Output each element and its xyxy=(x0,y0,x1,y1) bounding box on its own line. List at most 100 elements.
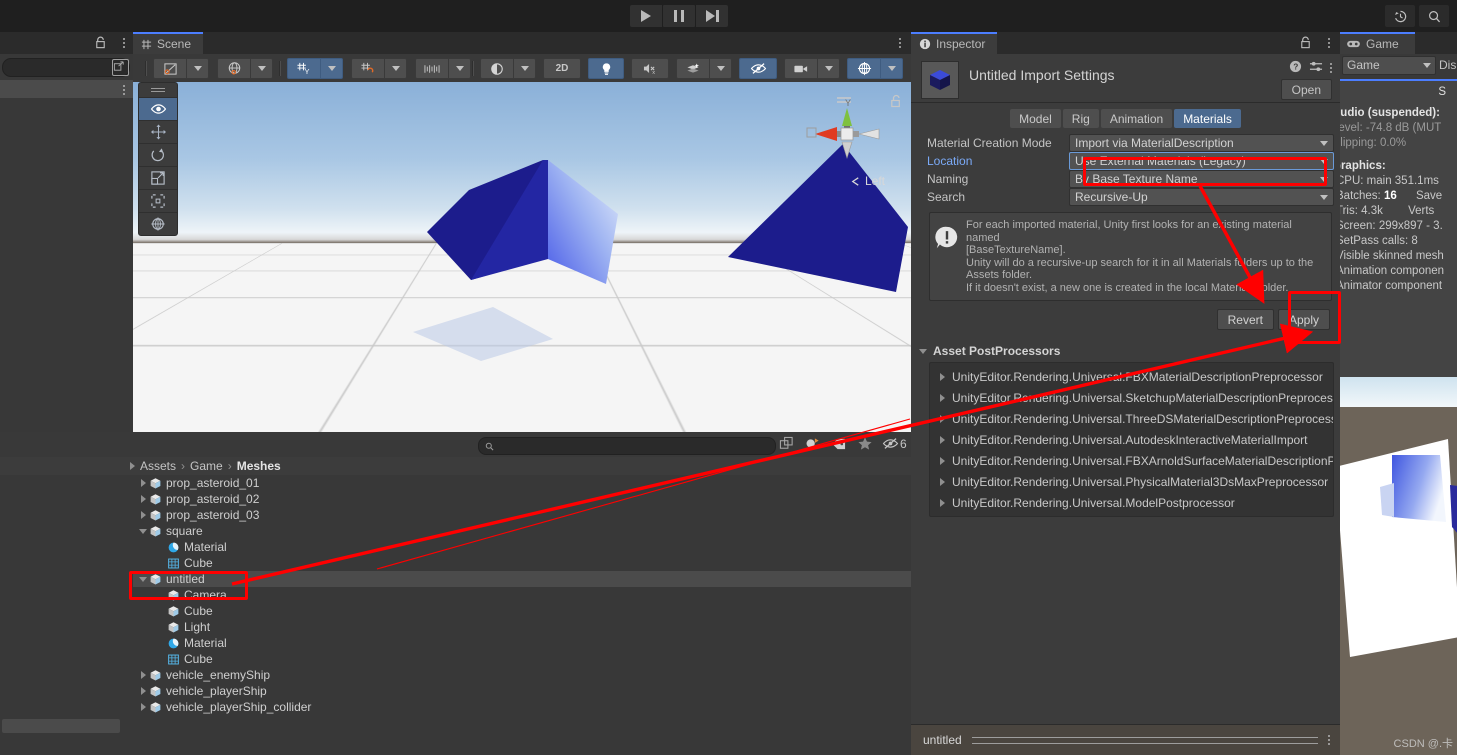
tree-row[interactable]: vehicle_playerShip xyxy=(133,683,911,699)
chevron-down-icon[interactable] xyxy=(137,576,149,582)
orientation-gizmo[interactable]: Y xyxy=(803,92,891,172)
project-search-input[interactable] xyxy=(478,437,776,455)
revert-button[interactable]: Revert xyxy=(1216,309,1274,330)
toggle-hidden-objects-button[interactable] xyxy=(739,58,777,79)
filter-favorites-button[interactable] xyxy=(852,436,878,451)
shading-dropdown[interactable] xyxy=(480,58,536,79)
pause-button[interactable] xyxy=(663,5,695,27)
rotate-tool-button[interactable] xyxy=(139,143,177,166)
importer-tab-rig[interactable]: Rig xyxy=(1062,109,1099,128)
display-next-label[interactable]: Dis xyxy=(1439,58,1456,72)
project-folder-column[interactable] xyxy=(0,475,133,755)
tab-scene[interactable]: Scene xyxy=(133,32,204,54)
chevron-right-icon[interactable] xyxy=(940,393,945,402)
expand-icon[interactable] xyxy=(112,59,129,76)
tree-row[interactable]: prop_asteroid_01 xyxy=(133,475,911,491)
tree-row[interactable]: Cube xyxy=(133,555,911,571)
postprocessor-row[interactable]: UnityEditor.Rendering.Universal.FBXMater… xyxy=(930,366,1333,387)
importer-tab-animation[interactable]: Animation xyxy=(1100,109,1173,128)
scale-tool-button[interactable] xyxy=(139,166,177,189)
play-button[interactable] xyxy=(630,5,662,27)
camera-dropdown[interactable] xyxy=(784,58,840,79)
transform-tool-button[interactable] xyxy=(139,212,177,235)
tree-row[interactable]: Cube xyxy=(133,651,911,667)
effects-dropdown[interactable] xyxy=(676,58,732,79)
grid-size-dropdown[interactable] xyxy=(415,58,471,79)
tab-game[interactable]: Game xyxy=(1340,32,1415,54)
postprocessor-row[interactable]: UnityEditor.Rendering.Universal.Sketchup… xyxy=(930,387,1333,408)
asset-postprocessors-list[interactable]: UnityEditor.Rendering.Universal.FBXMater… xyxy=(929,362,1334,517)
rect-tool-button[interactable] xyxy=(139,189,177,212)
chevron-right-icon[interactable] xyxy=(137,687,149,695)
postprocessor-row[interactable]: UnityEditor.Rendering.Universal.Physical… xyxy=(930,471,1333,492)
inspector-lock-button[interactable] xyxy=(1299,36,1312,53)
help-button[interactable]: ? xyxy=(1289,60,1302,76)
chevron-right-icon[interactable] xyxy=(137,495,149,503)
toggle-audio-button[interactable]: x xyxy=(631,58,669,79)
chevron-right-icon[interactable] xyxy=(137,671,149,679)
tree-row[interactable]: prop_asteroid_03 xyxy=(133,507,911,523)
move-tool-button[interactable] xyxy=(139,120,177,143)
filter-by-type-button[interactable] xyxy=(800,436,826,451)
project-expand-button[interactable] xyxy=(779,436,794,455)
mesh-object-left[interactable] xyxy=(413,132,673,372)
hierarchy-sub-menu-button[interactable] xyxy=(123,83,125,97)
chevron-right-icon[interactable] xyxy=(137,479,149,487)
postprocessor-row[interactable]: UnityEditor.Rendering.Universal.Autodesk… xyxy=(930,429,1333,450)
scene-viewport[interactable]: Y Left xyxy=(133,82,911,432)
gizmo-view-label-row[interactable]: Left xyxy=(850,174,885,188)
chevron-right-icon[interactable] xyxy=(940,498,945,507)
chevron-right-icon[interactable] xyxy=(940,456,945,465)
tree-row[interactable]: prop_asteroid_02 xyxy=(133,491,911,507)
project-folder-scroll[interactable] xyxy=(2,719,120,733)
tools-drag-handle[interactable] xyxy=(139,83,177,97)
apply-button[interactable]: Apply xyxy=(1277,309,1330,330)
importer-tab-model[interactable]: Model xyxy=(1010,109,1061,128)
project-asset-tree[interactable]: prop_asteroid_01 prop_asteroid_02 prop_ast… xyxy=(133,475,911,755)
chevron-right-icon[interactable] xyxy=(940,477,945,486)
chevron-right-icon[interactable] xyxy=(940,414,945,423)
importer-tab-materials[interactable]: Materials xyxy=(1174,109,1241,128)
tree-row[interactable]: square xyxy=(133,523,911,539)
postprocessor-row[interactable]: UnityEditor.Rendering.Universal.ModelPos… xyxy=(930,492,1333,513)
view-tool-button[interactable] xyxy=(139,97,177,120)
toggle-2d-button[interactable]: 2D xyxy=(543,58,581,79)
field-dropdown[interactable]: Use External Materials (Legacy) xyxy=(1069,152,1334,170)
field-dropdown[interactable]: Import via MaterialDescription xyxy=(1069,134,1334,152)
hierarchy-content[interactable] xyxy=(0,98,133,432)
chevron-right-icon[interactable] xyxy=(940,372,945,381)
chevron-right-icon[interactable] xyxy=(940,435,945,444)
filter-by-label-button[interactable] xyxy=(826,437,852,451)
tab-inspector[interactable]: Inspector xyxy=(911,32,998,54)
hierarchy-menu-button[interactable] xyxy=(123,36,125,50)
field-dropdown[interactable]: Recursive-Up xyxy=(1069,188,1334,206)
breadcrumb-item-game[interactable]: Game xyxy=(190,459,223,473)
toggle-lighting-button[interactable] xyxy=(588,58,624,79)
field-dropdown[interactable]: By Base Texture Name xyxy=(1069,170,1334,188)
footer-menu-button[interactable] xyxy=(1328,733,1330,747)
hidden-assets-toggle[interactable]: 6 xyxy=(882,437,907,451)
chevron-down-icon[interactable] xyxy=(137,528,149,534)
asset-menu-button[interactable] xyxy=(1330,61,1332,75)
asset-postprocessors-header[interactable]: Asset PostProcessors xyxy=(911,342,1340,360)
tree-row[interactable]: Cube xyxy=(133,603,911,619)
tree-row[interactable]: Material xyxy=(133,539,911,555)
display-dropdown[interactable]: Game xyxy=(1342,55,1436,75)
tree-row[interactable]: Material xyxy=(133,635,911,651)
global-search-button[interactable] xyxy=(1419,5,1449,27)
open-button[interactable]: Open xyxy=(1280,79,1332,100)
grid-axis-dropdown[interactable]: Y xyxy=(287,58,343,79)
postprocessor-row[interactable]: UnityEditor.Rendering.Universal.FBXArnol… xyxy=(930,450,1333,471)
gizmo-lock-button[interactable] xyxy=(889,94,903,112)
chevron-right-icon[interactable] xyxy=(137,511,149,519)
history-button[interactable] xyxy=(1385,5,1415,27)
hierarchy-search-input[interactable] xyxy=(2,58,130,77)
tree-row[interactable]: Camera xyxy=(133,587,911,603)
breadcrumb-item-assets[interactable]: Assets xyxy=(140,459,176,473)
postprocessor-row[interactable]: UnityEditor.Rendering.Universal.ThreeDSM… xyxy=(930,408,1333,429)
gizmo-space-dropdown[interactable] xyxy=(217,58,273,79)
tree-row[interactable]: Light xyxy=(133,619,911,635)
tree-row[interactable]: vehicle_enemyShip xyxy=(133,667,911,683)
game-viewport[interactable]: S Audio (suspended): Level: -74.8 dB (MU… xyxy=(1340,79,1457,755)
hierarchy-lock-button[interactable] xyxy=(94,36,107,53)
